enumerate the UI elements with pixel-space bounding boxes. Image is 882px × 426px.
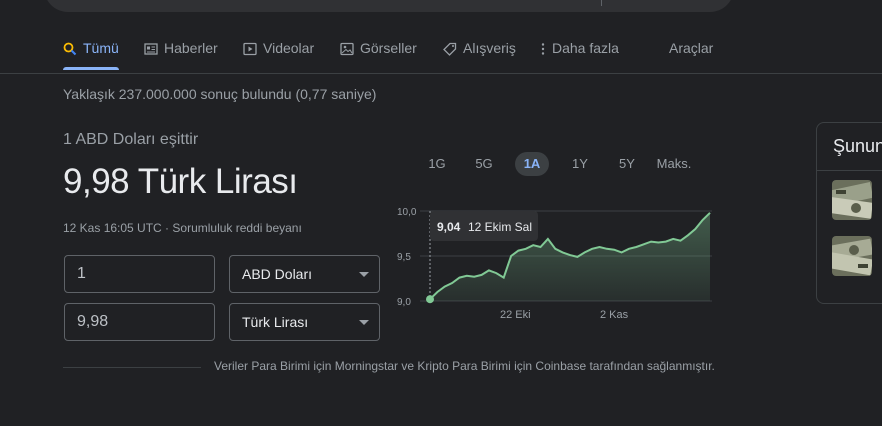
to-currency-select[interactable]: Türk Lirası: [229, 303, 380, 341]
chevron-down-icon: [359, 272, 369, 277]
side-panel-divider: [817, 170, 882, 171]
range-max[interactable]: Maks.: [656, 152, 692, 176]
tab-label: Daha fazla: [552, 40, 619, 56]
tab-label: Haberler: [164, 40, 218, 56]
to-amount-value: 9,98: [77, 313, 109, 330]
tooltip-date: 12 Ekim Sal: [468, 220, 532, 234]
range-5y[interactable]: 5Y: [613, 152, 641, 176]
chevron-down-icon: [359, 320, 369, 325]
y-tick-label: 9,5: [397, 252, 411, 263]
range-5d[interactable]: 5G: [470, 152, 498, 176]
image-icon: [340, 42, 354, 56]
side-panel-title: Şunun: [833, 136, 882, 156]
tab-label: Alışveriş: [463, 40, 516, 56]
range-1m[interactable]: 1A: [515, 152, 549, 176]
to-currency-value: Türk Lirası: [242, 314, 309, 330]
exchange-rate-chart[interactable]: 10,0 9,5 9,0 22 Eki 2 Kas 9,04 12 Ekim S…: [390, 200, 720, 330]
tab-more[interactable]: Daha fazla: [540, 40, 619, 70]
chart-tooltip: 9,04 12 Ekim Sal: [430, 211, 538, 241]
search-tabs: Tümü Haberler Videolar Görseller Alışver…: [0, 36, 882, 74]
tab-all[interactable]: Tümü: [63, 40, 119, 70]
tab-images[interactable]: Görseller: [340, 40, 417, 70]
tools-label: Araçlar: [669, 40, 714, 56]
from-currency-select[interactable]: ABD Doları: [229, 255, 380, 293]
from-amount-input[interactable]: 1: [64, 255, 215, 293]
tab-shopping[interactable]: Alışveriş: [443, 40, 516, 70]
rate-meta: 12 Kas 16:05 UTC · Sorumluluk reddi beya…: [63, 221, 302, 235]
range-1d[interactable]: 1G: [423, 152, 451, 176]
tab-videos[interactable]: Videolar: [243, 40, 314, 70]
from-amount-value: 1: [77, 265, 86, 282]
tab-label: Tümü: [83, 40, 119, 56]
search-bar-divider: [601, 0, 602, 6]
tag-icon: [443, 42, 457, 56]
equals-label: 1 ABD Doları eşittir: [63, 131, 199, 148]
range-selector: 1G 5G 1A 1Y 5Y Maks.: [414, 152, 714, 178]
x-tick-label: 2 Kas: [600, 309, 629, 321]
y-tick-label: 10,0: [397, 207, 417, 218]
to-amount-input[interactable]: 9,98: [64, 303, 215, 341]
banknote-image-icon: [832, 180, 872, 220]
from-currency-value: ABD Doları: [242, 266, 313, 282]
timestamp: 12 Kas 16:05 UTC: [63, 221, 162, 235]
divider: [63, 367, 201, 368]
money-thumbnail[interactable]: [832, 180, 872, 220]
tab-label: Videolar: [263, 40, 315, 56]
search-bar[interactable]: [44, 0, 734, 12]
range-1y[interactable]: 1Y: [566, 152, 594, 176]
hover-point: [426, 295, 434, 304]
tab-news[interactable]: Haberler: [144, 40, 218, 70]
search-icon: [63, 42, 77, 56]
disclaimer-link[interactable]: Sorumluluk reddi beyanı: [172, 221, 301, 235]
more-vert-icon: [541, 43, 545, 55]
money-thumbnail[interactable]: [832, 236, 872, 276]
conversion-result: 9,98 Türk Lirası: [63, 162, 298, 201]
result-stats: Yaklaşık 237.000.000 sonuç bulundu (0,77…: [63, 86, 377, 102]
x-tick-label: 22 Eki: [500, 309, 531, 321]
y-tick-label: 9,0: [397, 297, 411, 308]
tab-label: Görseller: [360, 40, 417, 56]
meta-separator: ·: [161, 221, 173, 235]
video-icon: [243, 42, 257, 56]
news-icon: [144, 43, 158, 55]
tools-button[interactable]: Araçlar: [669, 40, 713, 70]
data-source-note: Veriler Para Birimi için Morningstar ve …: [214, 359, 715, 373]
banknote-image-icon: [832, 236, 872, 276]
tooltip-value: 9,04: [437, 220, 461, 234]
